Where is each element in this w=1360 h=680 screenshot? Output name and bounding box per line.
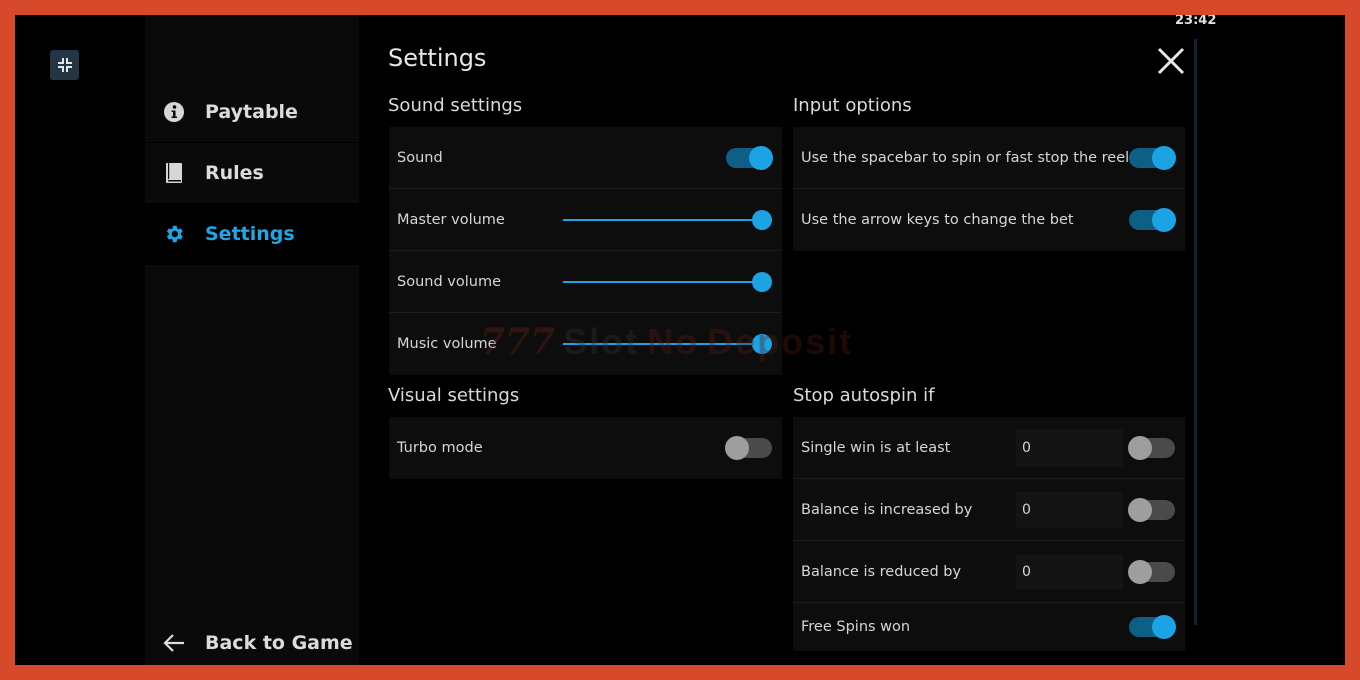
master-volume-slider[interactable] [563, 209, 772, 230]
sound-volume-row: Sound volume [389, 251, 782, 313]
sound-row: Sound [389, 127, 782, 189]
single-win-row: Single win is at least 0 [793, 417, 1185, 479]
single-win-input[interactable]: 0 [1016, 429, 1123, 466]
sidebar: Paytable Rules Settings Back to Game [145, 15, 359, 665]
spacebar-row: Use the spacebar to spin or fast stop th… [793, 127, 1185, 189]
sidebar-item-label: Settings [205, 223, 295, 245]
balance-reduced-toggle[interactable] [1128, 559, 1175, 584]
spacebar-label: Use the spacebar to spin or fast stop th… [801, 149, 1137, 166]
slider-thumb[interactable] [752, 334, 772, 354]
close-icon [1157, 47, 1185, 75]
scrollbar[interactable] [1194, 39, 1197, 625]
sound-volume-label: Sound volume [397, 273, 501, 290]
sound-settings-group: Sound Master volume Sound volume Music v… [389, 127, 782, 375]
arrow-keys-label: Use the arrow keys to change the bet [801, 212, 1074, 228]
sidebar-item-settings[interactable]: Settings [145, 204, 359, 264]
slider-thumb[interactable] [752, 209, 772, 230]
single-win-toggle[interactable] [1128, 435, 1175, 460]
panel-title: Settings [388, 44, 487, 72]
balance-increased-input[interactable]: 0 [1016, 491, 1123, 528]
sidebar-item-rules[interactable]: Rules [145, 143, 359, 203]
free-spins-toggle[interactable] [1129, 615, 1176, 639]
info-icon [163, 101, 185, 123]
balance-reduced-row: Balance is reduced by 0 [793, 541, 1185, 603]
spacebar-toggle[interactable] [1129, 145, 1176, 170]
arrow-keys-toggle[interactable] [1129, 208, 1176, 232]
game-screen: Basketball 23:42 Paytable [15, 15, 1345, 665]
stop-autospin-title: Stop autospin if [793, 385, 935, 406]
sidebar-item-label: Rules [205, 162, 264, 184]
balance-increased-row: Balance is increased by 0 [793, 479, 1185, 541]
input-options-title: Input options [793, 95, 912, 116]
balance-reduced-input[interactable]: 0 [1016, 553, 1123, 590]
book-icon [163, 162, 185, 184]
arrow-keys-row: Use the arrow keys to change the bet [793, 189, 1185, 251]
master-volume-row: Master volume [389, 189, 782, 251]
close-button[interactable] [1155, 45, 1187, 77]
balance-increased-label: Balance is increased by [801, 501, 973, 518]
music-volume-slider[interactable] [563, 334, 772, 354]
input-options-group: Use the spacebar to spin or fast stop th… [793, 127, 1185, 251]
sound-volume-slider[interactable] [563, 271, 772, 292]
free-spins-label: Free Spins won [801, 619, 911, 635]
balance-reduced-label: Balance is reduced by [801, 563, 962, 580]
collapse-icon [57, 58, 72, 72]
master-volume-label: Master volume [397, 211, 505, 228]
music-volume-row: Music volume [389, 313, 782, 375]
balance-increased-toggle[interactable] [1128, 497, 1175, 522]
visual-settings-title: Visual settings [388, 385, 520, 406]
turbo-mode-row: Turbo mode [389, 417, 782, 479]
arrow-left-icon [163, 632, 185, 654]
slider-thumb[interactable] [752, 271, 772, 292]
back-to-game-label: Back to Game [205, 632, 353, 654]
music-volume-label: Music volume [397, 336, 497, 352]
clock: 23:42 [1175, 15, 1217, 28]
collapse-fullscreen-button[interactable] [50, 50, 79, 80]
gear-icon [163, 223, 185, 245]
turbo-mode-label: Turbo mode [397, 440, 483, 456]
sidebar-item-label: Paytable [205, 101, 298, 123]
sound-settings-title: Sound settings [388, 95, 523, 116]
single-win-label: Single win is at least [801, 439, 951, 456]
sound-label: Sound [397, 149, 443, 166]
back-to-game-button[interactable]: Back to Game [145, 613, 359, 665]
sidebar-item-paytable[interactable]: Paytable [145, 82, 359, 142]
sound-toggle[interactable] [726, 145, 773, 170]
visual-settings-group: Turbo mode [389, 417, 782, 479]
stop-autospin-group: Single win is at least 0 Balance is incr… [793, 417, 1185, 651]
free-spins-row: Free Spins won [793, 603, 1185, 651]
turbo-mode-toggle[interactable] [725, 436, 772, 460]
